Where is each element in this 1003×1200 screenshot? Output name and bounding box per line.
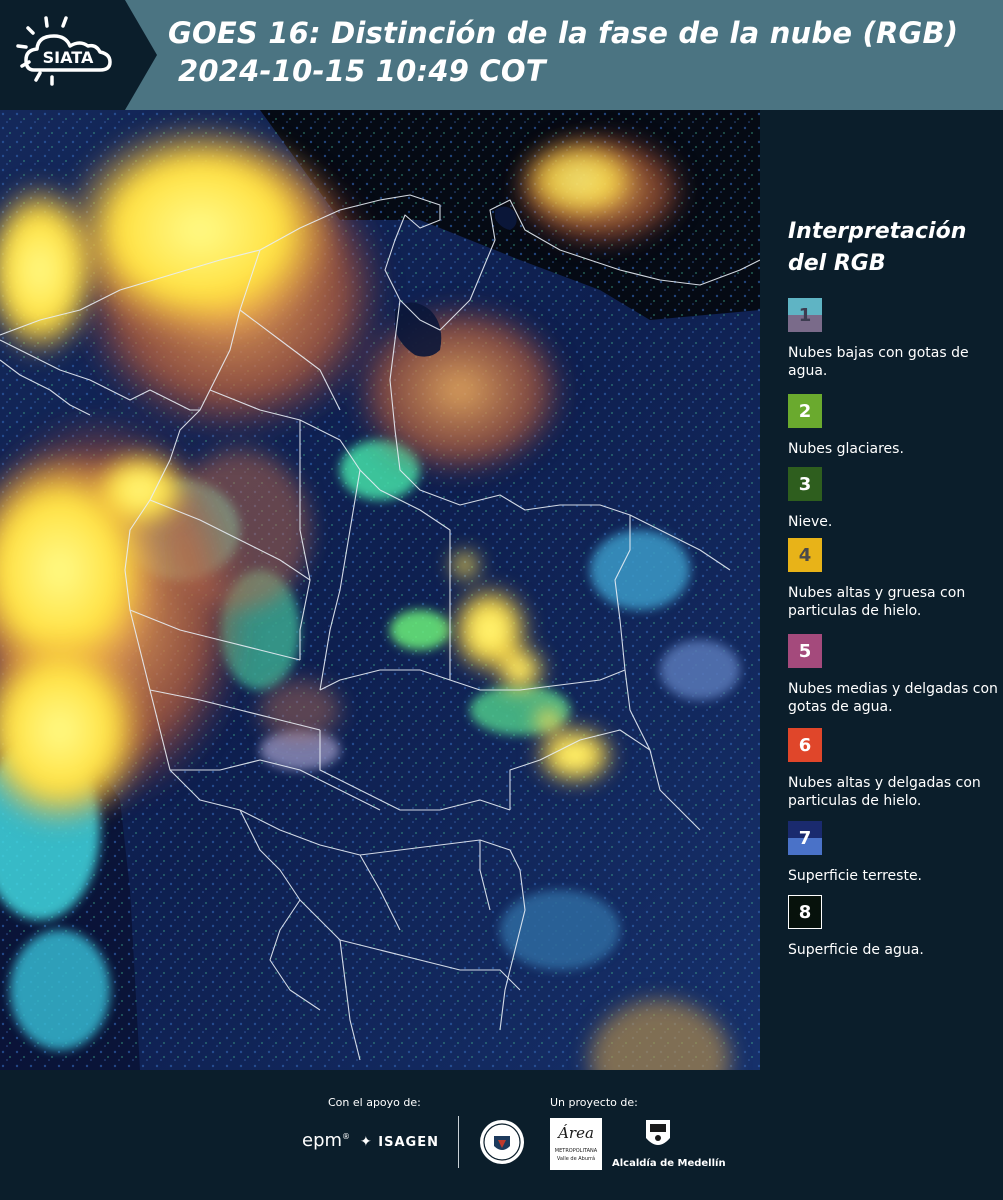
isagen-logo[interactable]: ✦ ISAGEN (360, 1134, 439, 1150)
legend-item-8: 8 Superficie de agua. (788, 895, 998, 959)
legend-swatch-3: 3 (788, 467, 822, 501)
alcaldia-text: Alcaldía de Medellín (612, 1158, 726, 1169)
footer: Con el apoyo de: Un proyecto de: epm® ✦ … (0, 1070, 1003, 1200)
page-timestamp: 2024-10-15 10:49 COT (178, 54, 546, 88)
legend-item-5: 5 Nubes medias y delgadas con gotas de a… (788, 634, 998, 716)
seal-icon (480, 1120, 524, 1164)
alcaldia-crest[interactable] (644, 1118, 672, 1152)
legend-swatch-5: 5 (788, 634, 822, 668)
legend-swatch-4: 4 (788, 538, 822, 572)
epm-logo-text: epm (302, 1130, 343, 1151)
legend-number: 4 (798, 544, 812, 566)
legend-number: 3 (798, 473, 812, 495)
legend-label: Superficie terreste. (788, 868, 923, 884)
legend-swatch-1: 1 (788, 298, 822, 332)
support-caption: Con el apoyo de: (328, 1096, 421, 1109)
footer-divider (458, 1116, 459, 1168)
legend-swatch-2: 2 (788, 394, 822, 428)
satellite-map[interactable] (0, 110, 760, 1070)
page-title: GOES 16: Distinción de la fase de la nub… (168, 16, 959, 50)
crest-icon (646, 1120, 670, 1145)
legend-item-4: 4 Nubes altas y gruesa con particulas de… (788, 538, 998, 620)
legend-item-3: 3 Nieve. (788, 467, 998, 531)
epm-logo[interactable]: epm® (302, 1130, 350, 1151)
logo-text: SIATA (43, 48, 94, 67)
legend-label: Nubes medias y delgadas con gotas de agu… (788, 681, 998, 715)
legend-title: Interpretación del RGB (788, 219, 967, 276)
area-logo-name: Área (558, 1124, 594, 1142)
area-logo-sub2: Valle de Aburrá (556, 1156, 596, 1162)
legend-label: Superficie de agua. (788, 942, 924, 958)
area-logo-sub: METROPOLITANA (554, 1148, 598, 1154)
legend-swatch-7: 7 (788, 821, 822, 855)
legend-number: 8 (798, 901, 812, 923)
header: SIATA GOES 16: Distinción de la fase de … (0, 0, 1003, 110)
legend-number: 7 (798, 827, 812, 849)
legend-number: 6 (798, 734, 812, 756)
legend-item-6: 6 Nubes altas y delgadas con particulas … (788, 728, 998, 810)
area-metropolitana-logo[interactable]: Área METROPOLITANA Valle de Aburrá (550, 1118, 602, 1170)
legend-number: 1 (798, 304, 812, 326)
legend-item-7: 7 Superficie terreste. (788, 821, 998, 885)
legend-panel: Interpretación del RGB 1 Nubes bajas con… (760, 110, 1003, 1070)
legend-swatch-8: 8 (788, 895, 822, 929)
legend-label: Nubes glaciares. (788, 441, 904, 457)
legend-swatch-6: 6 (788, 728, 822, 762)
gobernacion-seal[interactable] (478, 1118, 526, 1166)
satellite-image (0, 110, 760, 1070)
legend-item-1: 1 Nubes bajas con gotas de agua. (788, 298, 998, 380)
title-chevron (125, 0, 157, 110)
legend-label: Nubes altas y gruesa con particulas de h… (788, 585, 966, 619)
legend-item-2: 2 Nubes glaciares. (788, 394, 998, 458)
legend-label: Nubes altas y delgadas con particulas de… (788, 775, 981, 809)
isagen-mark-icon: ✦ (360, 1134, 373, 1150)
sun-cloud-icon: SIATA (16, 16, 112, 86)
legend-label: Nubes bajas con gotas de agua. (788, 345, 969, 379)
legend-label: Nieve. (788, 514, 833, 530)
project-caption: Un proyecto de: (550, 1096, 638, 1109)
legend-number: 2 (798, 400, 812, 422)
isagen-logo-text: ISAGEN (378, 1135, 439, 1150)
legend-number: 5 (798, 640, 812, 662)
